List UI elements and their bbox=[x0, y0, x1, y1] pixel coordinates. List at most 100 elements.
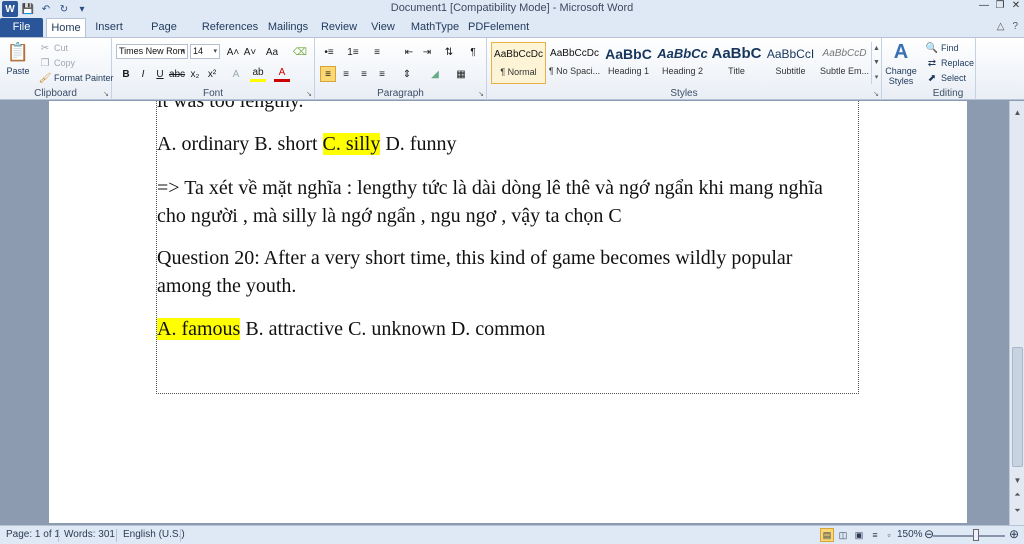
paste-button[interactable]: 📋 Paste bbox=[4, 40, 32, 77]
full-screen-reading-icon[interactable]: ◫ bbox=[836, 528, 850, 542]
replace-icon: ⇄ bbox=[927, 57, 937, 69]
zoom-level[interactable]: 150% bbox=[897, 529, 923, 540]
underline-icon[interactable]: U bbox=[152, 66, 168, 82]
language[interactable]: English (U.S.) bbox=[123, 529, 185, 540]
increase-indent-icon[interactable]: ⇥ bbox=[419, 44, 435, 60]
style-normal[interactable]: AaBbCcDc ¶ Normal bbox=[491, 42, 546, 84]
minimize-ribbon-icon[interactable]: △ bbox=[997, 21, 1005, 32]
page-count[interactable]: Page: 1 of 1 bbox=[6, 529, 60, 540]
numbering-icon[interactable]: 1≡ bbox=[345, 44, 361, 60]
font-name-combo[interactable]: Times New Rom ▾ bbox=[116, 44, 188, 59]
help-icon[interactable]: ? bbox=[1012, 21, 1018, 32]
styles-gallery-scroll[interactable]: ▲ ▼ ▾ bbox=[871, 42, 881, 84]
tab-mathtype[interactable]: MathType bbox=[407, 18, 463, 37]
style-heading-1[interactable]: AaBbC Heading 1 bbox=[601, 42, 656, 84]
web-layout-icon[interactable]: ▣ bbox=[852, 528, 866, 542]
dialog-launcher-icon[interactable]: ↘ bbox=[306, 90, 312, 98]
subscript-icon[interactable]: x₂ bbox=[187, 66, 203, 82]
shrink-font-icon[interactable]: A˅ bbox=[242, 44, 258, 60]
answer-options-q19: A. ordinary B. short C. silly D. funny bbox=[157, 130, 862, 158]
format-painter-button[interactable]: 🖌 Format Painter bbox=[38, 71, 114, 85]
paragraph-group-label: Paragraph bbox=[377, 88, 424, 99]
style-heading-2[interactable]: AaBbCc Heading 2 bbox=[655, 42, 710, 84]
word-count[interactable]: Words: 301 bbox=[64, 529, 115, 540]
more-icon[interactable]: ▾ bbox=[875, 73, 879, 81]
multilevel-list-icon[interactable]: ≡ bbox=[369, 44, 385, 60]
highlighted-answer: A. famous bbox=[157, 318, 241, 340]
previous-page-icon[interactable]: ⏶ bbox=[1012, 489, 1023, 500]
style-title[interactable]: AaBbC Title bbox=[709, 42, 764, 84]
tab-view[interactable]: View bbox=[366, 18, 400, 37]
tab-home[interactable]: Home bbox=[46, 18, 86, 37]
text-effects-icon[interactable]: A bbox=[228, 66, 244, 82]
sort-icon[interactable]: ⇅ bbox=[441, 44, 457, 60]
document-page[interactable]: it was too lengthy. A. ordinary B. short… bbox=[49, 101, 967, 523]
chevron-down-icon[interactable]: ▼ bbox=[873, 59, 880, 66]
scroll-down-icon[interactable]: ▼ bbox=[1012, 475, 1023, 486]
chevron-up-icon[interactable]: ▲ bbox=[873, 45, 880, 52]
align-right-icon[interactable]: ≡ bbox=[356, 66, 372, 82]
line-spacing-icon[interactable]: ⇕ bbox=[399, 66, 415, 82]
clear-formatting-icon[interactable]: ⌫ bbox=[292, 44, 308, 60]
decrease-indent-icon[interactable]: ⇤ bbox=[401, 44, 417, 60]
align-center-icon[interactable]: ≡ bbox=[338, 66, 354, 82]
style-preview: AaBbCcDc bbox=[494, 49, 543, 60]
highlight-icon[interactable]: ab bbox=[250, 66, 266, 82]
tab-pdfelement[interactable]: PDFelement bbox=[468, 18, 529, 37]
font-color-icon[interactable]: A bbox=[274, 66, 290, 82]
zoom-in-icon[interactable]: ⊕ bbox=[1009, 527, 1019, 541]
change-case-icon[interactable]: Aa bbox=[264, 44, 280, 60]
clipboard-group: 📋 Paste ✂ Cut ❐ Copy 🖌 Format Painter Cl… bbox=[0, 38, 114, 100]
shading-icon[interactable]: ◢ bbox=[427, 66, 443, 82]
tab-page-layout[interactable]: Page Layout bbox=[134, 18, 194, 51]
zoom-slider[interactable] bbox=[933, 535, 1005, 537]
zoom-out-icon[interactable]: ⊖ bbox=[924, 527, 934, 541]
style-preview: AaBbC bbox=[711, 45, 762, 62]
next-page-icon[interactable]: ⏷ bbox=[1012, 505, 1023, 516]
font-size-combo[interactable]: 14 ▾ bbox=[190, 44, 220, 59]
tab-mailings[interactable]: Mailings bbox=[266, 18, 310, 37]
align-left-icon[interactable]: ≡ bbox=[320, 66, 336, 82]
style-no-spacing[interactable]: AaBbCcDc ¶ No Spaci... bbox=[547, 42, 602, 84]
cut-button[interactable]: ✂ Cut bbox=[38, 41, 68, 55]
style-subtitle[interactable]: AaBbCcI Subtitle bbox=[763, 42, 818, 84]
style-name: Subtitle bbox=[775, 66, 806, 76]
dialog-launcher-icon[interactable]: ↘ bbox=[103, 90, 109, 98]
zoom-slider-handle[interactable] bbox=[973, 529, 979, 541]
style-subtle-emphasis[interactable]: AaBbCcD Subtle Em... bbox=[817, 42, 872, 84]
bold-icon[interactable]: B bbox=[118, 66, 134, 82]
grow-font-icon[interactable]: A˄ bbox=[225, 44, 241, 60]
tab-references[interactable]: References bbox=[201, 18, 259, 37]
editing-group: 🔍 Find ⇄ Replace ⬈ Select Editing bbox=[921, 38, 976, 100]
outline-icon[interactable]: ≡ bbox=[868, 528, 882, 542]
dialog-launcher-icon[interactable]: ↘ bbox=[478, 90, 484, 98]
change-styles-button[interactable]: A Change Styles bbox=[884, 40, 918, 86]
bullets-icon[interactable]: •≡ bbox=[321, 44, 337, 60]
style-name: ¶ Normal bbox=[500, 67, 537, 77]
italic-icon[interactable]: I bbox=[135, 66, 151, 82]
tab-insert[interactable]: Insert bbox=[90, 18, 128, 37]
style-preview: AaBbCc bbox=[657, 46, 708, 61]
print-layout-icon[interactable]: ▤ bbox=[820, 528, 834, 542]
minimize-icon[interactable]: — bbox=[978, 0, 990, 11]
vertical-scrollbar[interactable]: ▲ ▼ ⏶ ⏷ bbox=[1009, 101, 1024, 525]
scroll-up-icon[interactable]: ▲ bbox=[1012, 107, 1023, 118]
replace-button[interactable]: ⇄ Replace bbox=[925, 56, 974, 70]
strikethrough-icon[interactable]: abc bbox=[169, 66, 185, 82]
restore-icon[interactable]: ❐ bbox=[994, 0, 1006, 11]
scroll-thumb[interactable] bbox=[1012, 347, 1023, 467]
close-icon[interactable]: ✕ bbox=[1010, 0, 1022, 11]
superscript-icon[interactable]: x² bbox=[204, 66, 220, 82]
draft-icon[interactable]: ▫ bbox=[882, 528, 896, 542]
borders-icon[interactable]: ▦ bbox=[453, 66, 469, 82]
style-name: ¶ No Spaci... bbox=[548, 66, 601, 76]
style-name: Heading 2 bbox=[661, 66, 704, 76]
justify-icon[interactable]: ≡ bbox=[374, 66, 390, 82]
copy-button[interactable]: ❐ Copy bbox=[38, 56, 76, 70]
pilcrow-icon[interactable]: ¶ bbox=[465, 44, 481, 60]
dialog-launcher-icon[interactable]: ↘ bbox=[873, 90, 879, 98]
select-button[interactable]: ⬈ Select bbox=[925, 71, 966, 85]
find-button[interactable]: 🔍 Find bbox=[925, 41, 959, 55]
tab-file[interactable]: File bbox=[0, 18, 43, 37]
tab-review[interactable]: Review bbox=[318, 18, 360, 37]
